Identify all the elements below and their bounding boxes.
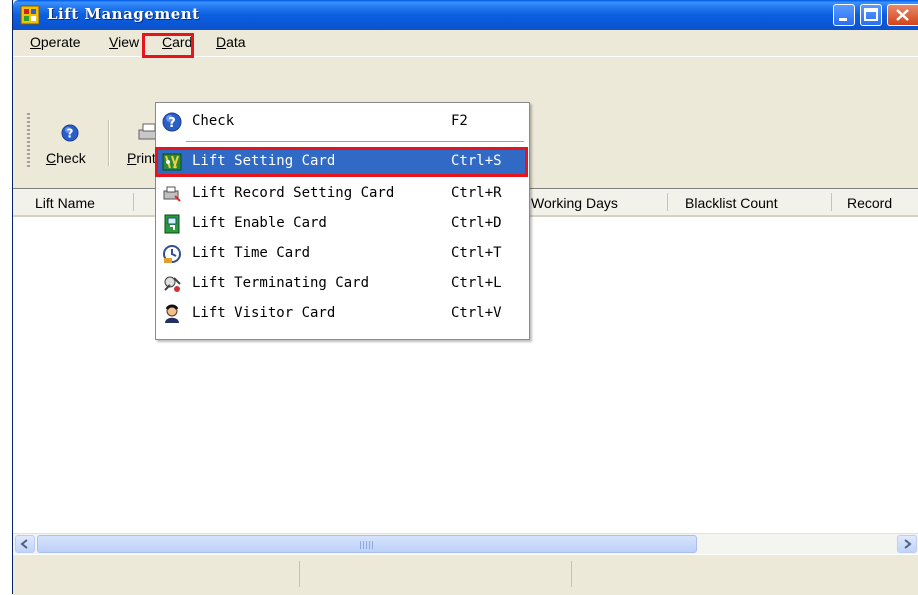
scroll-right-button[interactable] — [897, 535, 917, 553]
close-icon — [896, 9, 909, 21]
menu-item-check[interactable]: ? Check F2 — [158, 109, 527, 135]
horizontal-scrollbar[interactable] — [13, 533, 918, 554]
visitor-card-icon — [165, 304, 179, 323]
toolbar-check-button[interactable]: ? Check — [41, 116, 99, 168]
help-icon: ? — [61, 124, 79, 142]
toolbar-grip[interactable] — [27, 113, 30, 169]
menu-item-lift-record-setting-card[interactable]: Lift Record Setting Card Ctrl+R — [158, 181, 527, 207]
status-bar — [13, 554, 918, 595]
menu-item-shortcut: Ctrl+L — [451, 275, 502, 291]
column-divider[interactable] — [831, 193, 832, 211]
close-button[interactable] — [887, 4, 918, 26]
window-title: Lift Management — [47, 5, 200, 23]
terminating-card-icon — [164, 276, 181, 292]
menu-item-shortcut: Ctrl+R — [451, 185, 502, 201]
menu-operate-rest: perate — [40, 34, 81, 50]
menu-view[interactable]: View — [109, 34, 139, 50]
menu-item-shortcut: Ctrl+T — [451, 245, 502, 261]
maximize-icon — [864, 8, 878, 21]
svg-text:?: ? — [168, 116, 176, 131]
time-card-icon — [163, 245, 181, 263]
toolbar-separator — [108, 120, 110, 166]
scroll-thumb[interactable] — [37, 535, 697, 553]
menu-item-shortcut: Ctrl+V — [451, 305, 502, 321]
card-menu-annotation — [142, 33, 194, 58]
column-lift-name[interactable]: Lift Name — [35, 195, 95, 211]
menu-data-rest: ata — [226, 34, 246, 50]
menu-operate-mnemonic: O — [30, 34, 41, 50]
toolbar-check-label: Check — [46, 150, 86, 166]
card-dropdown-menu: ? Check F2 Lift Setting Card Ctrl+S Lift… — [155, 102, 530, 340]
column-divider[interactable] — [667, 193, 668, 211]
svg-text:?: ? — [67, 127, 74, 141]
column-divider[interactable] — [133, 193, 134, 211]
scroll-thumb-grip — [360, 541, 374, 549]
column-record[interactable]: Record — [847, 195, 892, 211]
menu-item-lift-time-card[interactable]: Lift Time Card Ctrl+T — [158, 241, 527, 267]
app-icon — [20, 5, 40, 25]
column-working-days[interactable]: Working Days — [531, 195, 618, 211]
check-help-icon: ? — [162, 112, 182, 132]
menu-data-mnemonic: D — [216, 34, 227, 50]
menu-view-rest: iew — [118, 34, 140, 50]
maximize-button[interactable] — [860, 4, 882, 26]
column-blacklist-count[interactable]: Blacklist Count — [685, 195, 778, 211]
minimize-icon — [839, 18, 847, 21]
menu-separator — [186, 141, 524, 142]
record-card-icon — [163, 186, 181, 202]
minimize-button[interactable] — [833, 4, 855, 26]
toolbar-print-button[interactable]: Print — [111, 116, 161, 168]
arrow-left-icon — [20, 539, 28, 549]
status-pane-divider — [571, 561, 572, 587]
title-bar[interactable]: Lift Management — [13, 0, 918, 30]
menu-item-label: Lift Enable Card — [192, 215, 327, 231]
menu-item-lift-enable-card[interactable]: Lift Enable Card Ctrl+D — [158, 211, 527, 237]
menu-operate[interactable]: Operate — [30, 34, 81, 50]
scroll-left-button[interactable] — [15, 535, 35, 553]
menu-item-label: Check — [192, 113, 235, 129]
toolbar-print-label: Print — [127, 150, 156, 166]
menu-item-label: Lift Time Card — [192, 245, 311, 261]
status-pane-divider — [299, 561, 300, 587]
menu-view-mnemonic: V — [109, 34, 119, 50]
menu-item-label: Lift Record Setting Card — [192, 185, 395, 201]
menu-data[interactable]: Data — [216, 34, 246, 50]
menu-item-shortcut: F2 — [451, 113, 468, 129]
menu-item-lift-terminating-card[interactable]: Lift Terminating Card Ctrl+L — [158, 271, 527, 297]
enable-card-icon — [164, 214, 180, 234]
menu-item-label: Lift Terminating Card — [192, 275, 370, 291]
menu-item-label: Lift Visitor Card — [192, 305, 336, 321]
selected-item-annotation — [155, 147, 528, 177]
arrow-right-icon — [904, 539, 912, 549]
menu-item-shortcut: Ctrl+D — [451, 215, 502, 231]
menu-item-lift-visitor-card[interactable]: Lift Visitor Card Ctrl+V — [158, 301, 527, 327]
